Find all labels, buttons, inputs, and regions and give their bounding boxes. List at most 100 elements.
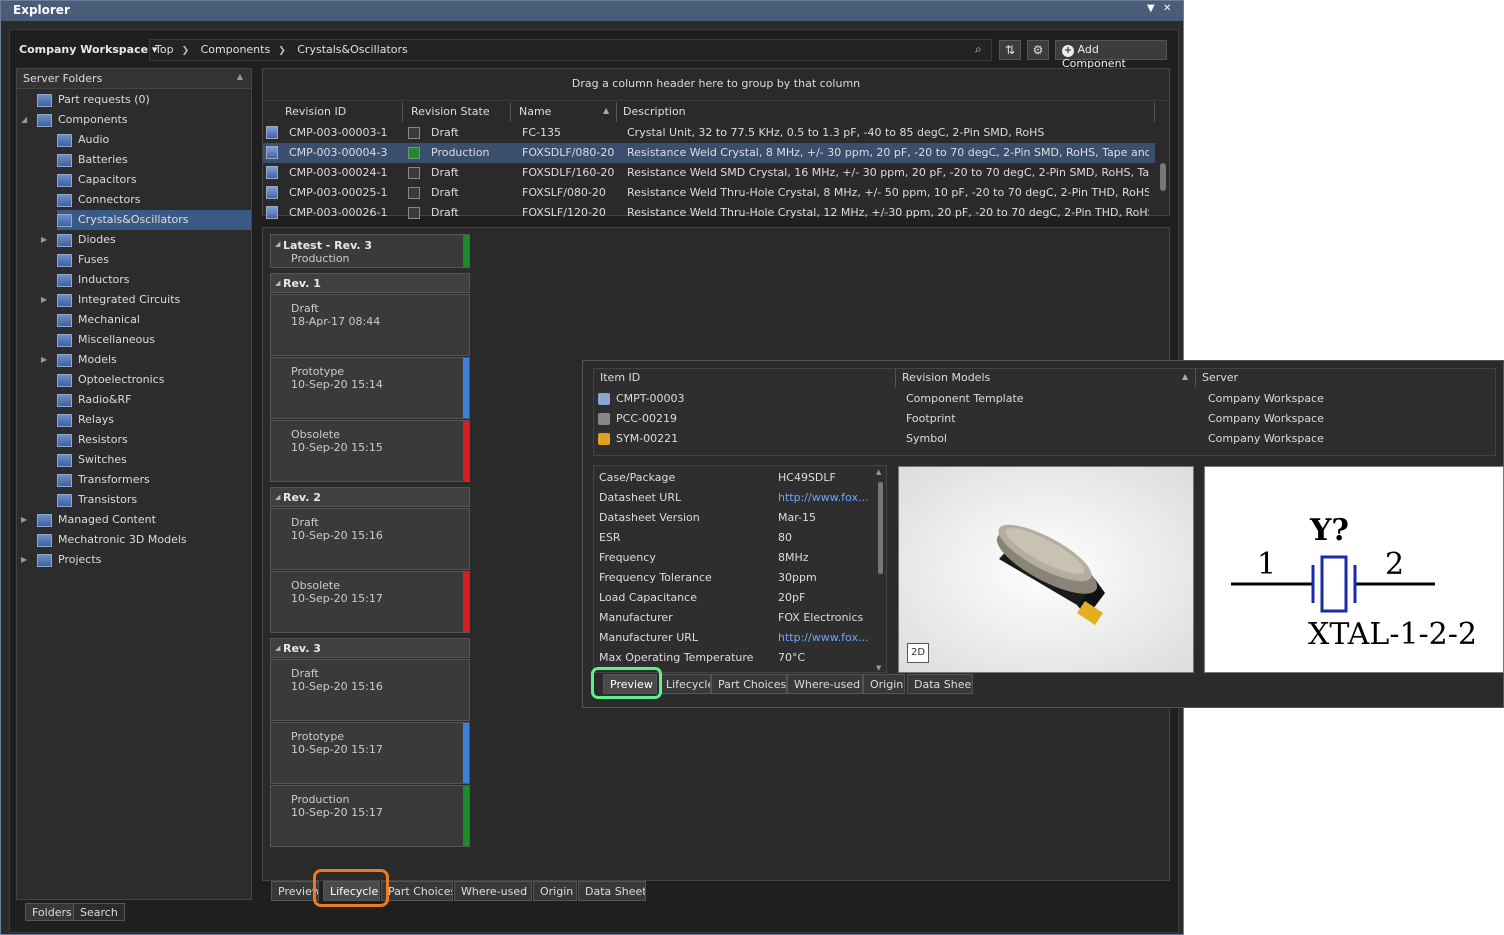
table-row[interactable]: CMP-003-00025-1 Draft FOXSLF/080-20 Resista… bbox=[263, 183, 1155, 203]
tab-lifecycle[interactable]: Lifecycle bbox=[659, 674, 711, 694]
expand-icon[interactable]: ▶ bbox=[41, 290, 47, 310]
col-description[interactable]: Description bbox=[617, 102, 1155, 122]
tree-item[interactable]: Crystals&Oscillators bbox=[57, 210, 251, 230]
tab-origin[interactable]: Origin bbox=[533, 881, 577, 901]
add-component-button[interactable]: + Add Component bbox=[1055, 40, 1167, 70]
close-icon[interactable]: ✕ bbox=[1163, 3, 1171, 14]
tree-item[interactable]: Radio&RF bbox=[57, 390, 131, 410]
breadcrumb-crystals[interactable]: Crystals&Oscillators bbox=[297, 43, 408, 56]
refresh-button[interactable]: ⇅ bbox=[999, 40, 1021, 60]
parameter-row[interactable]: Case/Package HC49SDLF bbox=[594, 468, 874, 488]
grid-scrollbar[interactable] bbox=[1157, 123, 1169, 215]
tree-item[interactable]: Inductors bbox=[57, 270, 130, 290]
lifecycle-state-card[interactable]: Draft 10-Sep-20 15:16 bbox=[270, 659, 470, 721]
col-item-id[interactable]: Item ID bbox=[594, 369, 896, 387]
lifecycle-state-card[interactable]: Draft 10-Sep-20 15:16 bbox=[270, 508, 470, 570]
expanded-icon[interactable]: ◢ bbox=[21, 110, 27, 130]
scroll-up-icon[interactable]: ▲ bbox=[876, 468, 881, 476]
lifecycle-state-card[interactable]: Draft 18-Apr-17 08:44 bbox=[270, 294, 470, 356]
collapse-icon[interactable]: ▲ bbox=[237, 72, 243, 81]
settings-button[interactable]: ⚙ bbox=[1027, 40, 1049, 60]
3d-preview[interactable]: 2D bbox=[898, 466, 1194, 673]
tree-item[interactable]: Capacitors bbox=[57, 170, 137, 190]
lifecycle-latest[interactable]: Latest - Rev. 3 ◢ Production bbox=[270, 234, 470, 268]
expand-icon[interactable]: ▶ bbox=[21, 510, 27, 530]
lifecycle-state-card[interactable]: Production 10-Sep-20 15:17 bbox=[270, 785, 470, 847]
col-server[interactable]: Server bbox=[1196, 369, 1496, 387]
scroll-thumb[interactable] bbox=[1160, 163, 1166, 191]
tab-where-used[interactable]: Where-used bbox=[454, 881, 532, 901]
tree-item[interactable]: ▶ Projects bbox=[21, 550, 101, 570]
scroll-down-icon[interactable]: ▼ bbox=[876, 664, 881, 672]
parameter-row[interactable]: Frequency Tolerance 30ppm bbox=[594, 568, 874, 588]
tree-item[interactable]: Transformers bbox=[57, 470, 150, 490]
tab-lifecycle[interactable]: Lifecycle bbox=[323, 881, 380, 901]
breadcrumb-top[interactable]: Top bbox=[155, 43, 174, 56]
tree-item[interactable]: Connectors bbox=[57, 190, 140, 210]
table-row[interactable]: CMP-003-00026-1 Draft FOXSLF/120-20 Resista… bbox=[263, 203, 1155, 223]
table-row[interactable]: CMP-003-00024-1 Draft FOXSDLF/160-20 Resist… bbox=[263, 163, 1155, 183]
col-revision-id[interactable]: Revision ID bbox=[263, 102, 403, 122]
expand-icon[interactable]: ▶ bbox=[21, 550, 27, 570]
col-revision-state[interactable]: Revision State bbox=[403, 102, 511, 122]
lifecycle-state-card[interactable]: Prototype 10-Sep-20 15:17 bbox=[270, 722, 470, 784]
tab-search[interactable]: Search bbox=[73, 903, 125, 921]
tab-where-used[interactable]: Where-used bbox=[787, 674, 863, 694]
dropdown-icon[interactable]: ▼ bbox=[1147, 3, 1155, 14]
tree-item[interactable]: ◢ Components bbox=[21, 110, 128, 130]
expand-icon[interactable]: ▶ bbox=[41, 230, 47, 250]
tab-folders[interactable]: Folders bbox=[25, 903, 79, 921]
parameter-row[interactable]: Datasheet URL http://www.fox... bbox=[594, 488, 874, 508]
tree-item[interactable]: Relays bbox=[57, 410, 114, 430]
tree-item[interactable]: ▶ Models bbox=[41, 350, 117, 370]
col-name[interactable]: Name bbox=[511, 102, 617, 122]
lifecycle-state-card[interactable]: Prototype 10-Sep-20 15:14 bbox=[270, 357, 470, 419]
param-value[interactable]: http://www.fox... bbox=[778, 488, 870, 508]
parameter-row[interactable]: Manufacturer URL http://www.fox... bbox=[594, 628, 874, 648]
table-row[interactable]: CMP-003-00003-1 Draft FC-135 Crystal Unit, … bbox=[263, 123, 1155, 143]
2d-toggle-button[interactable]: 2D bbox=[907, 643, 929, 663]
symbol-preview[interactable]: Y? 1 2 XTAL-1-2-2 bbox=[1204, 466, 1504, 673]
tree-item[interactable]: Batteries bbox=[57, 150, 128, 170]
parameter-row[interactable]: Max Operating Temperature 70°C bbox=[594, 648, 874, 668]
tree-item[interactable]: ▶ Managed Content bbox=[21, 510, 156, 530]
tree-item[interactable]: Mechatronic 3D Models bbox=[37, 530, 187, 550]
parameter-row[interactable]: Frequency 8MHz bbox=[594, 548, 874, 568]
col-revision-models[interactable]: Revision Models bbox=[896, 369, 1196, 387]
parameter-row[interactable]: Load Capacitance 20pF bbox=[594, 588, 874, 608]
tree-item[interactable]: Part requests (0) bbox=[37, 90, 150, 110]
tree-item[interactable]: Optoelectronics bbox=[57, 370, 164, 390]
param-value[interactable]: http://www.fox... bbox=[778, 628, 870, 648]
tree-item[interactable]: Fuses bbox=[57, 250, 109, 270]
parameter-row[interactable]: Datasheet Version Mar-15 bbox=[594, 508, 874, 528]
tree-item[interactable]: Audio bbox=[57, 130, 109, 150]
params-scrollbar[interactable]: ▲ ▼ bbox=[876, 468, 886, 672]
lifecycle-state-card[interactable]: Obsolete 10-Sep-20 15:15 bbox=[270, 420, 470, 482]
tree-item[interactable]: ▶ Integrated Circuits bbox=[41, 290, 180, 310]
expand-icon[interactable]: ▶ bbox=[41, 350, 47, 370]
parameter-row[interactable]: ESR 80 bbox=[594, 528, 874, 548]
tab-preview[interactable]: Preview bbox=[271, 881, 319, 901]
tab-preview[interactable]: Preview bbox=[603, 674, 657, 694]
tree-item[interactable]: Switches bbox=[57, 450, 127, 470]
scroll-thumb[interactable] bbox=[878, 482, 883, 574]
tree-item[interactable]: Transistors bbox=[57, 490, 137, 510]
workspace-dropdown[interactable]: Company Workspace ▾ bbox=[19, 43, 157, 56]
lifecycle-state-card[interactable]: Obsolete 10-Sep-20 15:17 bbox=[270, 571, 470, 633]
table-row[interactable]: CMPT-00003 Component Template Company Work… bbox=[594, 389, 1494, 409]
tree-item[interactable]: Resistors bbox=[57, 430, 128, 450]
search-icon[interactable]: ⌕ bbox=[975, 42, 982, 57]
tree-item[interactable]: ▶ Diodes bbox=[41, 230, 116, 250]
table-row[interactable]: PCC-00219 Footprint Company Workspace bbox=[594, 409, 1494, 429]
table-row[interactable]: SYM-00221 Symbol Company Workspace bbox=[594, 429, 1494, 449]
tab-origin[interactable]: Origin bbox=[863, 674, 905, 694]
tree-item[interactable]: Mechanical bbox=[57, 310, 140, 330]
revision-group-header[interactable]: ◢ Rev. 1 bbox=[270, 273, 470, 293]
tab-part-choices[interactable]: Part Choices bbox=[711, 674, 787, 694]
tab-data-sheet[interactable]: Data Sheet bbox=[578, 881, 646, 901]
table-row[interactable]: CMP-003-00004-3 Production FOXSDLF/080-20 R… bbox=[263, 143, 1155, 163]
revision-group-header[interactable]: ◢ Rev. 3 bbox=[270, 638, 470, 658]
breadcrumb-components[interactable]: Components bbox=[201, 43, 271, 56]
parameter-row[interactable]: Manufacturer FOX Electronics bbox=[594, 608, 874, 628]
revision-group-header[interactable]: ◢ Rev. 2 bbox=[270, 487, 470, 507]
